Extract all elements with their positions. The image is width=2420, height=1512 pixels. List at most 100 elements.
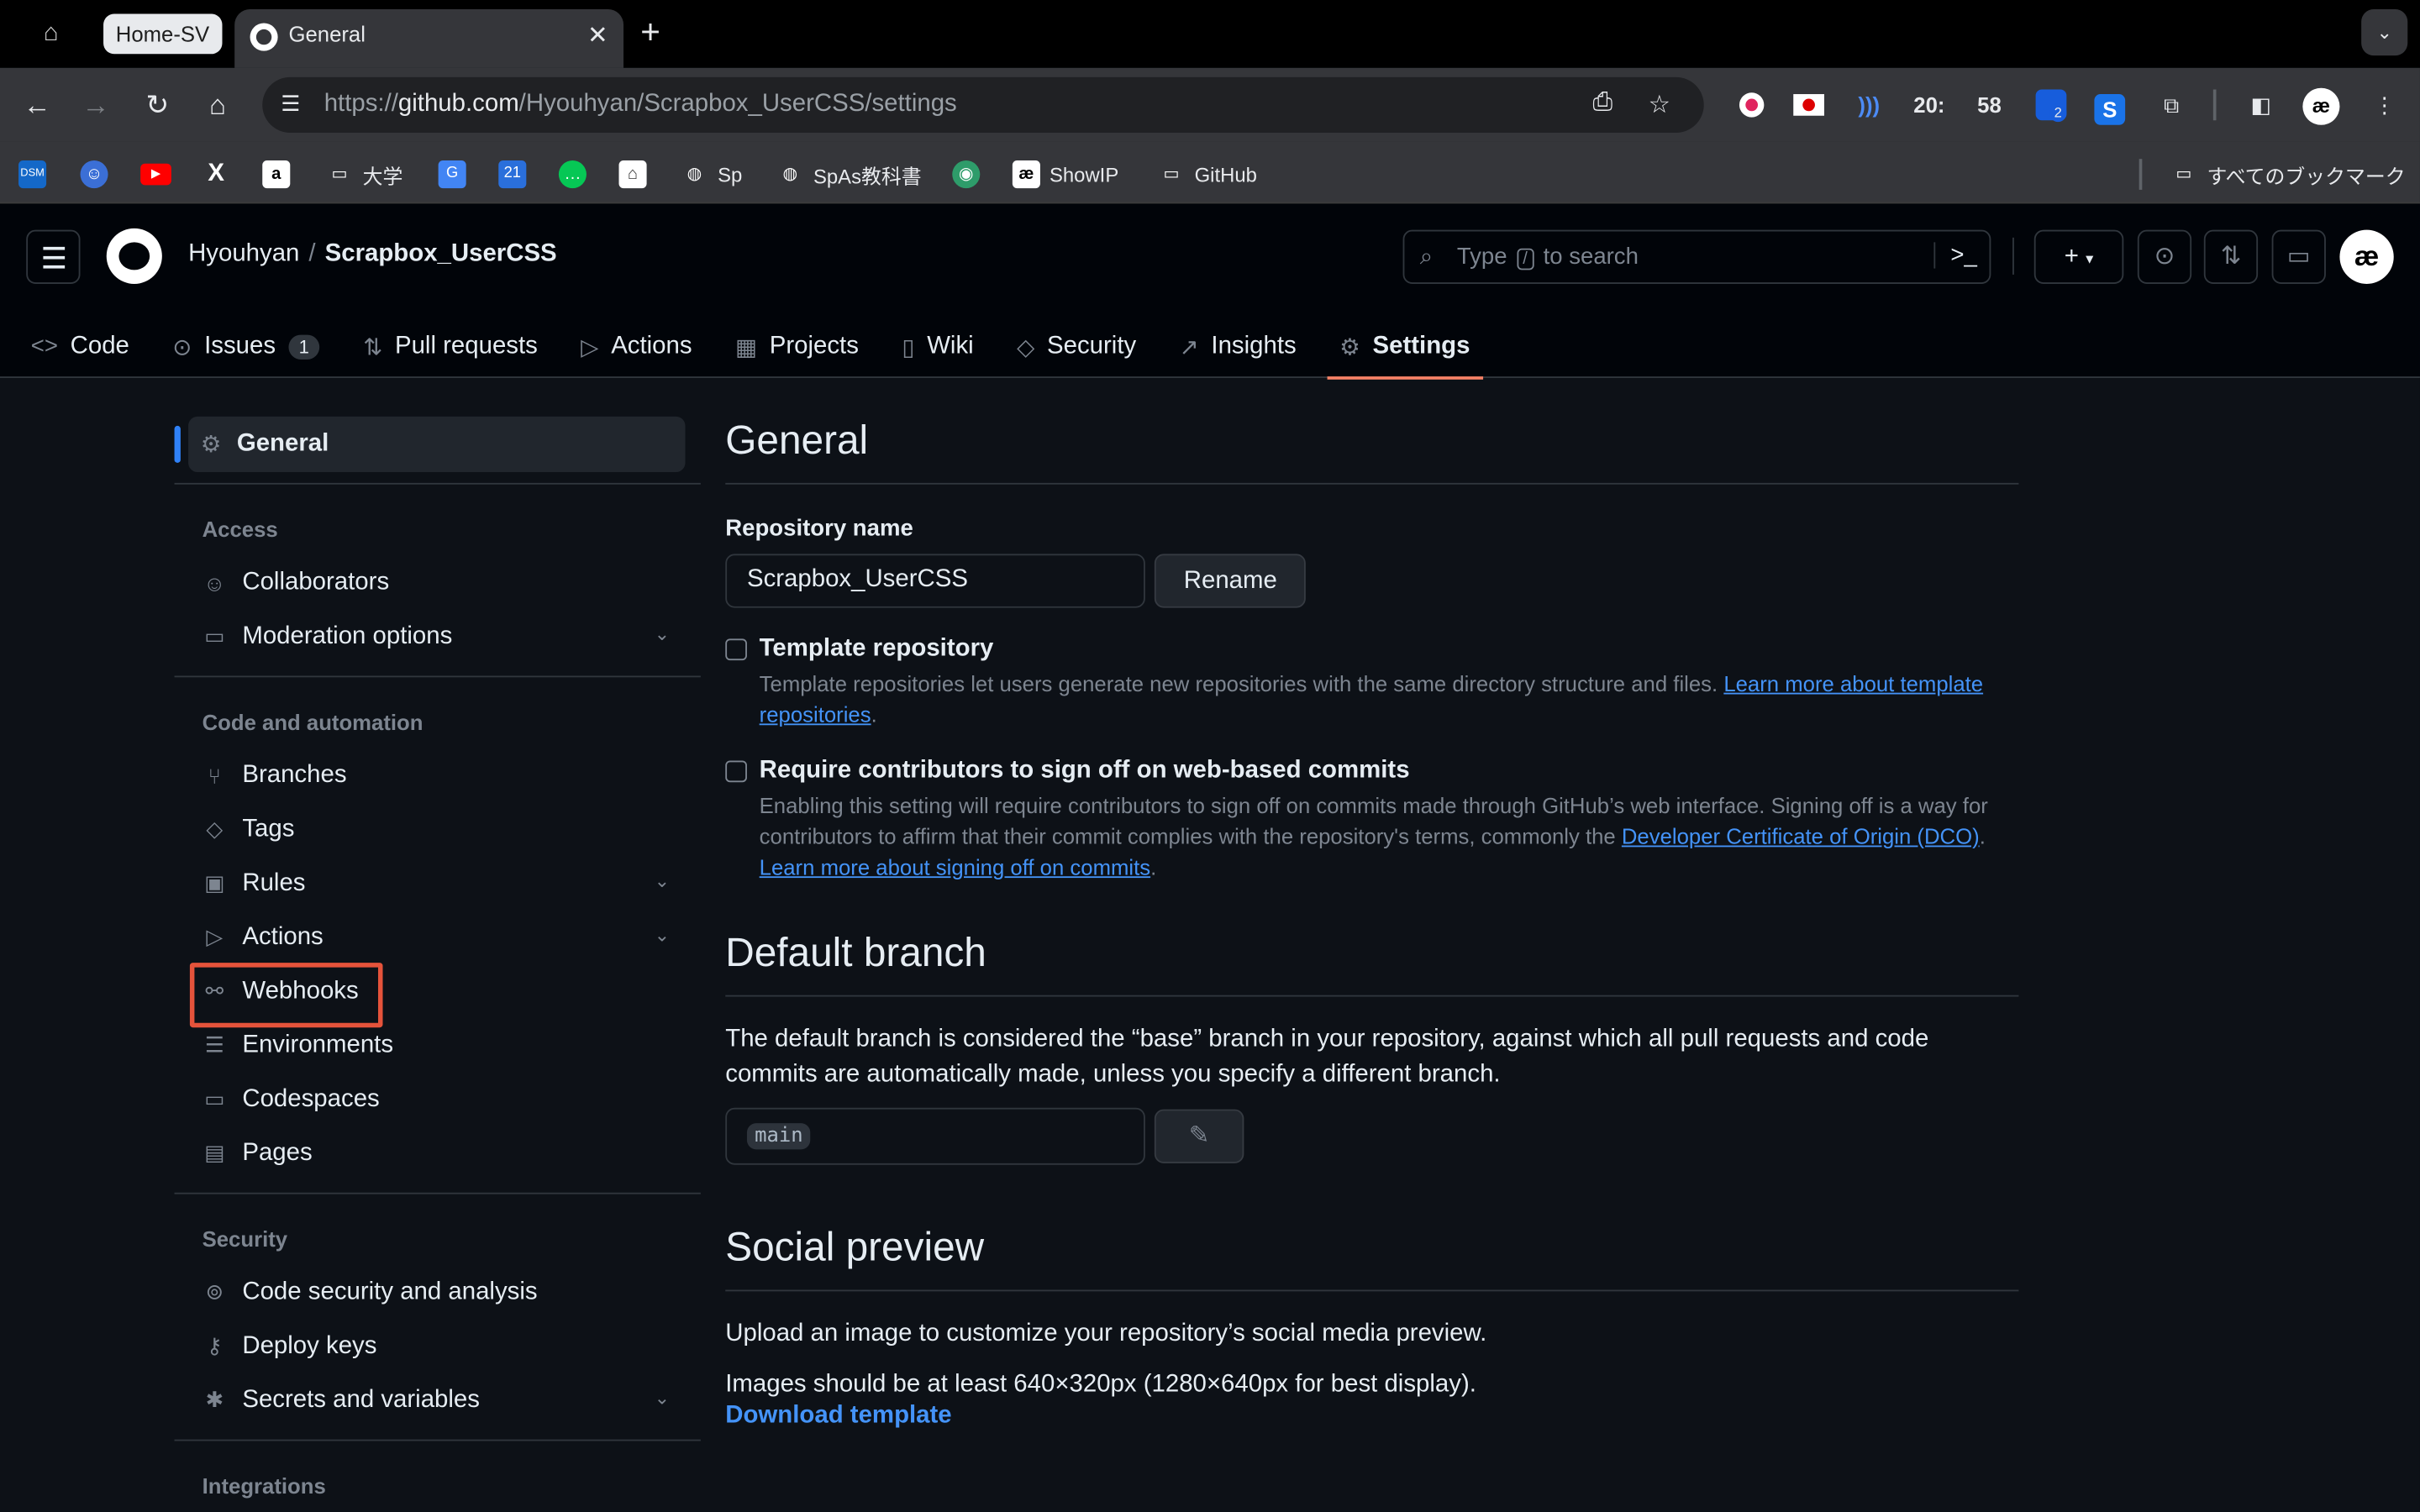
rename-button[interactable]: Rename bbox=[1154, 554, 1307, 608]
tab-group-label[interactable]: Home-SV bbox=[103, 13, 222, 55]
japan-flag-extension-icon[interactable] bbox=[1791, 85, 1825, 125]
tab-settings[interactable]: ⚙ Settings bbox=[1327, 315, 1482, 380]
tab-issues[interactable]: ⊙ Issues 1 bbox=[160, 315, 333, 378]
inbox-icon[interactable]: ▭ bbox=[2271, 229, 2326, 284]
pull-requests-icon[interactable]: ⇅ bbox=[2203, 229, 2259, 284]
bookmark-youtube[interactable]: ▶ bbox=[140, 159, 171, 190]
tab-security[interactable]: ◇ Security bbox=[1004, 315, 1148, 378]
bookmark-scrapbox[interactable]: ⌂ bbox=[618, 159, 647, 190]
all-bookmarks[interactable]: ▭ すべてのブックマーク bbox=[2170, 159, 2405, 190]
tab-search-icon[interactable]: ⌄ bbox=[2361, 9, 2408, 56]
back-icon[interactable]: ← bbox=[18, 87, 55, 123]
branch-icon: ⑂ bbox=[208, 763, 222, 788]
dco-link[interactable]: Developer Certificate of Origin (DCO) bbox=[1622, 824, 1980, 848]
stylus-extension-icon[interactable]: S bbox=[2093, 85, 2127, 125]
bitwarden-extension-icon[interactable]: 2 bbox=[2034, 85, 2068, 125]
tab-actions[interactable]: ▷ Actions bbox=[569, 315, 705, 378]
bookmark-x[interactable]: X bbox=[203, 159, 230, 190]
extension-badge: 2 bbox=[2049, 103, 2067, 123]
user-avatar[interactable]: æ bbox=[2339, 229, 2394, 284]
search-input[interactable]: ⌕ Type / to search >_ bbox=[1402, 229, 1991, 284]
youtube-icon: ▶ bbox=[140, 163, 171, 186]
pencil-icon: ✎ bbox=[1188, 1123, 1210, 1150]
owner-link[interactable]: Hyouhyan bbox=[188, 241, 299, 267]
sidebar-item-branches[interactable]: ⑂ Branches bbox=[175, 748, 701, 802]
signoff-checkbox[interactable] bbox=[725, 760, 747, 783]
sidebar-item-pages[interactable]: ▤ Pages bbox=[175, 1126, 701, 1180]
pinned-tab[interactable]: ⌂ bbox=[34, 17, 67, 50]
bookmark-sp[interactable]: ◍ Sp bbox=[681, 159, 743, 190]
face-icon: ☺ bbox=[80, 160, 108, 189]
issues-icon[interactable]: ⊙ bbox=[2137, 229, 2192, 284]
bookmark-spas[interactable]: ◍ SpAs教科書 bbox=[776, 159, 922, 190]
bookmark-star-icon[interactable]: ☆ bbox=[1649, 90, 1670, 121]
divider bbox=[174, 1192, 701, 1194]
tab-insights[interactable]: ↗ Insights bbox=[1167, 315, 1308, 378]
tag-icon: ◇ bbox=[206, 816, 224, 842]
extensions-puzzle-icon[interactable]: ⧉ bbox=[2154, 85, 2188, 125]
bookmark-line[interactable]: … bbox=[558, 159, 587, 190]
bookmark-folder-github[interactable]: ▭ GitHub bbox=[1158, 159, 1256, 190]
signoff-title: Require contributors to sign off on web-… bbox=[759, 757, 1410, 785]
pull-request-icon: ⇅ bbox=[363, 333, 383, 360]
edit-branch-button[interactable]: ✎ bbox=[1154, 1109, 1244, 1163]
profile-avatar[interactable]: æ bbox=[2302, 85, 2340, 125]
search-icon: ⌕ bbox=[1419, 244, 1434, 270]
install-app-icon[interactable]: ⎙ bbox=[1592, 90, 1612, 118]
sidebar-item-collaborators[interactable]: ☺ Collaborators bbox=[175, 555, 701, 609]
bookmark-showip[interactable]: æ ShowIP bbox=[1012, 159, 1118, 190]
sidebar-item-actions[interactable]: ▷ Actions ⌄ bbox=[175, 911, 701, 964]
bookmark-dsm[interactable]: DSM bbox=[18, 159, 47, 190]
command-palette-icon[interactable]: >_ bbox=[1933, 242, 1977, 269]
tab-wiki[interactable]: ▯ Wiki bbox=[890, 315, 986, 378]
reload-icon[interactable]: ↻ bbox=[139, 87, 176, 123]
sidebar-item-secrets[interactable]: ✱ Secrets and variables ⌄ bbox=[175, 1373, 701, 1427]
close-tab-icon[interactable]: ✕ bbox=[587, 20, 608, 51]
sidebar-item-tags[interactable]: ◇ Tags bbox=[175, 802, 701, 856]
sidebar-heading-integrations: Integrations bbox=[202, 1473, 326, 1499]
tab-pull-requests[interactable]: ⇅ Pull requests bbox=[350, 315, 550, 378]
audio-extension-icon[interactable]: ))) bbox=[1852, 85, 1886, 125]
repo-name-label: Repository name bbox=[725, 515, 913, 542]
sidebar-item-deploy-keys[interactable]: ⚷ Deploy keys bbox=[175, 1319, 701, 1373]
address-bar[interactable]: ☰ https://github.com/Hyouhyan/Scrapbox_U… bbox=[262, 76, 1704, 133]
record-extension-icon[interactable] bbox=[1734, 85, 1768, 125]
new-tab-icon[interactable]: + bbox=[640, 13, 660, 53]
bookmark-calendar[interactable]: 21 bbox=[498, 159, 527, 190]
bookmark-amazon[interactable]: a bbox=[262, 159, 291, 190]
active-tab[interactable]: General ✕ bbox=[234, 9, 624, 68]
bookmark-2[interactable]: ☺ bbox=[80, 159, 108, 190]
create-new-button[interactable]: + ▾ bbox=[2033, 229, 2124, 284]
tab-projects[interactable]: ▦ Projects bbox=[723, 315, 871, 378]
sidebar-item-moderation[interactable]: ▭ Moderation options ⌄ bbox=[175, 609, 701, 663]
side-panel-icon[interactable]: ◧ bbox=[2244, 85, 2278, 125]
home-icon[interactable]: ⌂ bbox=[199, 87, 236, 123]
repo-link[interactable]: Scrapbox_UserCSS bbox=[325, 241, 557, 267]
tab-title: General bbox=[288, 21, 366, 47]
sidebar-item-webhooks[interactable]: ⚯ Webhooks bbox=[175, 963, 701, 1028]
tab-code[interactable]: <> Code bbox=[18, 315, 142, 378]
sidebar-item-rules[interactable]: ▣ Rules ⌄ bbox=[175, 856, 701, 910]
url-text[interactable]: https://github.com/Hyouhyan/Scrapbox_Use… bbox=[324, 91, 957, 118]
bookmark-folder-university[interactable]: ▭ 大学 bbox=[326, 159, 403, 190]
menu-button[interactable] bbox=[26, 229, 81, 284]
github-logo-icon[interactable] bbox=[106, 228, 162, 284]
book-icon: ▯ bbox=[902, 333, 915, 360]
bookmark-kanji[interactable]: ◉ bbox=[952, 159, 981, 190]
issue-icon: ⊙ bbox=[172, 333, 192, 360]
sidebar-item-codespaces[interactable]: ▭ Codespaces bbox=[175, 1073, 701, 1126]
repo-nav: <> Code ⊙ Issues 1 ⇅ Pull requests ▷ Actions … bbox=[0, 315, 1482, 380]
forward-icon[interactable]: → bbox=[77, 87, 114, 123]
site-info-icon[interactable]: ☰ bbox=[281, 91, 300, 117]
template-repo-checkbox[interactable] bbox=[725, 638, 747, 661]
browser-menu-icon[interactable]: ⋮ bbox=[2367, 85, 2401, 125]
signoff-learn-more-link[interactable]: Learn more about signing off on commits bbox=[760, 855, 1150, 879]
sidebar-item-general[interactable]: ⚙ General bbox=[174, 416, 686, 473]
bookmark-translate[interactable]: G bbox=[438, 159, 466, 190]
sidebar-item-code-security[interactable]: ⊚ Code security and analysis bbox=[175, 1265, 701, 1319]
download-template-link[interactable]: Download template bbox=[725, 1403, 2018, 1431]
search-placeholder: Type / to search bbox=[1456, 244, 1639, 270]
repo-name-input[interactable]: Scrapbox_UserCSS bbox=[725, 554, 1145, 608]
translate-icon: G bbox=[438, 160, 466, 189]
sidebar-item-environments[interactable]: ☰ Environments bbox=[175, 1018, 701, 1072]
